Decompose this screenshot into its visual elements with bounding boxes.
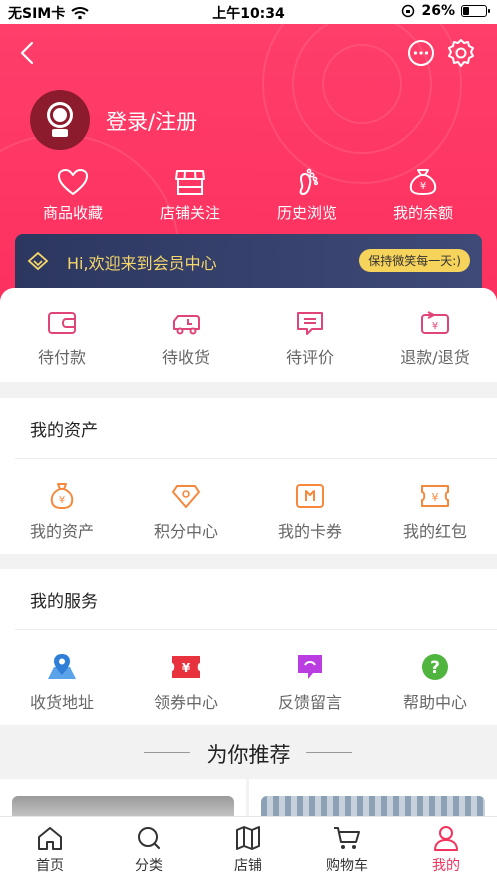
user-avatar-icon: [47, 102, 73, 137]
comment-icon: [297, 312, 323, 335]
heart-icon: [58, 169, 88, 195]
decor-ring: [322, 44, 402, 124]
asset-points-center[interactable]: 积分中心: [124, 482, 248, 542]
money-bag-icon: ¥: [409, 169, 437, 196]
section-title: 我的资产: [30, 421, 98, 441]
status-bar: 无SIM卡 上午10:34 26%: [0, 0, 497, 24]
vip-welcome-text: Hi,欢迎来到会员中心: [67, 254, 217, 273]
profile-icon: [434, 826, 458, 851]
money-bag-icon: ¥: [50, 483, 74, 510]
service-help-center[interactable]: ? 帮助中心: [373, 653, 497, 713]
quick-link-label: 我的余额: [392, 204, 453, 222]
asset-red-packet[interactable]: ¥ 我的红包: [373, 482, 497, 542]
svg-text:¥: ¥: [432, 491, 439, 504]
asset-my-cards[interactable]: 我的卡券: [248, 482, 372, 542]
cart-icon: [334, 827, 360, 849]
battery-percent: 26%: [421, 3, 455, 19]
order-pending-payment[interactable]: 待付款: [0, 310, 124, 368]
order-refund[interactable]: ¥ 退款/退货: [373, 310, 497, 368]
services-section: 我的服务 收货地址 ¥ 领券中心 反馈留言 ? 帮助中心: [0, 569, 497, 725]
tab-label: 分类: [135, 858, 163, 874]
service-coupon-center[interactable]: ¥ 领券中心: [124, 653, 248, 713]
refund-icon: ¥: [421, 311, 449, 334]
search-icon: [138, 827, 161, 850]
service-feedback[interactable]: 反馈留言: [248, 653, 372, 713]
red-packet-icon: ¥: [421, 485, 449, 507]
recommend-header: 为你推荐: [0, 727, 497, 779]
order-label: 退款/退货: [400, 348, 470, 367]
settings-gear-icon[interactable]: [446, 38, 476, 68]
battery-icon: [461, 5, 490, 17]
coupon-icon: ¥: [172, 656, 200, 678]
tab-label: 我的: [432, 858, 460, 874]
delivery-truck-icon: [173, 315, 200, 335]
svg-text:¥: ¥: [432, 321, 438, 332]
tab-home[interactable]: 首页: [10, 825, 90, 875]
service-label: 帮助中心: [402, 693, 467, 712]
product-card[interactable]: [249, 779, 497, 819]
tab-label: 首页: [36, 858, 64, 874]
asset-label: 我的卡券: [277, 522, 342, 541]
rotation-lock-icon: [402, 4, 415, 18]
recommend-title: 为你推荐: [206, 743, 291, 767]
section-title: 我的服务: [30, 592, 98, 612]
divider: [306, 752, 352, 753]
store-map-icon: [236, 826, 260, 850]
asset-label: 我的资产: [29, 522, 94, 541]
quick-link-shops[interactable]: 店铺关注: [135, 168, 245, 223]
asset-label: 我的红包: [402, 522, 467, 541]
back-arrow-icon[interactable]: [16, 40, 40, 66]
help-icon: ?: [422, 654, 448, 680]
order-pending-receipt[interactable]: 待收货: [124, 310, 248, 368]
footprint-icon: [299, 168, 319, 196]
tab-label: 店铺: [234, 858, 262, 874]
order-label: 待收货: [161, 348, 210, 367]
order-pending-review[interactable]: 待评价: [248, 310, 372, 368]
quick-link-favorites[interactable]: 商品收藏: [18, 168, 128, 223]
tab-cart[interactable]: 购物车: [307, 825, 387, 875]
shop-icon: [175, 170, 205, 195]
battery-fill: [463, 7, 469, 15]
service-label: 反馈留言: [277, 693, 342, 712]
avatar[interactable]: [30, 90, 90, 150]
feedback-icon: [298, 655, 322, 679]
location-pin-icon: [48, 654, 76, 679]
wallet-icon: [48, 312, 76, 334]
vip-slogan-badge: 保持微笑每一天:): [359, 249, 470, 272]
message-icon[interactable]: [406, 38, 436, 68]
product-card[interactable]: [0, 779, 246, 819]
service-address[interactable]: 收货地址: [0, 653, 124, 713]
quick-link-label: 商品收藏: [42, 204, 103, 222]
quick-link-label: 历史浏览: [276, 204, 337, 222]
svg-text:¥: ¥: [182, 661, 191, 675]
tab-store[interactable]: 店铺: [208, 825, 288, 875]
login-register-link[interactable]: 登录/注册: [106, 106, 197, 136]
divider: [15, 629, 497, 630]
order-label: 待评价: [285, 348, 334, 367]
asset-label: 积分中心: [153, 522, 218, 541]
svg-text:?: ?: [430, 658, 440, 678]
card-icon: [296, 484, 324, 508]
bottom-tab-bar: 首页 分类 店铺 购物车 我的: [0, 816, 497, 883]
asset-my-assets[interactable]: ¥ 我的资产: [0, 482, 124, 542]
profile-header: 登录/注册 商品收藏 店铺关注 历史浏览 ¥ 我的余额 Hi,欢迎来到会员中心 …: [0, 24, 497, 324]
diamond-icon: [27, 251, 49, 271]
diamond-icon: [172, 485, 200, 508]
quick-link-balance[interactable]: ¥ 我的余额: [368, 168, 478, 223]
order-status-panel: 待付款 待收货 待评价 ¥ 退款/退货: [0, 288, 497, 382]
assets-section: 我的资产 ¥ 我的资产 积分中心 我的卡券 ¥ 我的红包: [0, 398, 497, 554]
quick-link-label: 店铺关注: [159, 204, 220, 222]
divider: [15, 458, 497, 459]
tab-category[interactable]: 分类: [109, 825, 189, 875]
order-label: 待付款: [37, 348, 86, 367]
svg-text:¥: ¥: [59, 495, 65, 506]
svg-text:¥: ¥: [420, 181, 426, 192]
tab-label: 购物车: [326, 858, 368, 874]
quick-link-history[interactable]: 历史浏览: [252, 168, 362, 223]
tab-profile[interactable]: 我的: [406, 825, 486, 875]
service-label: 收货地址: [29, 693, 94, 712]
home-icon: [38, 827, 62, 850]
service-label: 领券中心: [153, 693, 218, 712]
